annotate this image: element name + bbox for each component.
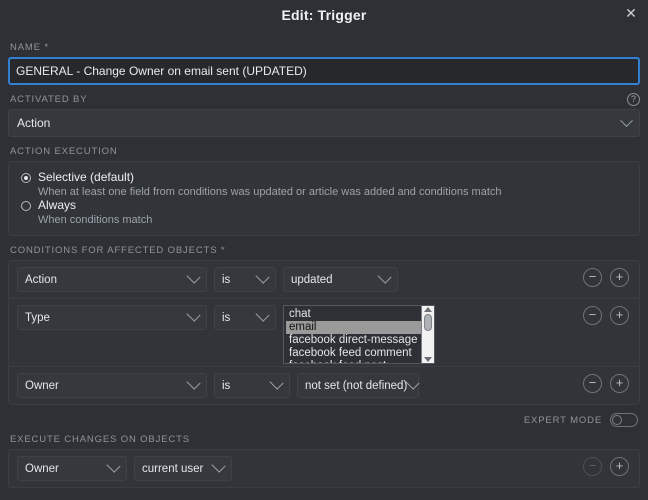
scrollbar-thumb[interactable] (424, 314, 432, 331)
condition-field-select[interactable]: Action (17, 267, 207, 292)
condition-value-listbox[interactable]: chat email facebook direct-message faceb… (283, 305, 435, 364)
execute-changes-section: EXECUTE CHANGES ON OBJECTS Owner current… (0, 427, 648, 488)
list-item[interactable]: facebook feed post (286, 360, 421, 363)
expert-mode-row: EXPERT MODE (0, 405, 648, 427)
chevron-down-icon (269, 375, 284, 390)
condition-operator-select[interactable]: is (214, 305, 276, 330)
radio-always-icon[interactable] (21, 201, 31, 211)
condition-value-text: not set (not defined) (305, 379, 408, 392)
list-item[interactable]: facebook feed comment (286, 347, 421, 360)
remove-execute-button[interactable]: − (583, 457, 602, 476)
condition-operator-value: is (222, 273, 231, 286)
chevron-down-icon (255, 307, 270, 322)
activated-by-value: Action (17, 116, 51, 130)
chevron-down-icon (377, 269, 392, 284)
condition-field-select[interactable]: Owner (17, 373, 207, 398)
dialog-titlebar: Edit: Trigger ✕ (0, 0, 648, 30)
execute-row-buttons: − + (583, 457, 629, 476)
name-input-wrap (0, 57, 648, 85)
execute-changes-panel: Owner current user − + (8, 449, 640, 488)
add-execute-button[interactable]: + (610, 457, 629, 476)
condition-value-select[interactable]: updated (283, 267, 398, 292)
execute-change-row: Owner current user − + (9, 450, 639, 487)
activated-by-label-row: ACTIVATED BY ? (0, 93, 648, 109)
chevron-down-icon (620, 113, 633, 127)
activated-by-section: ACTIVATED BY ? Action (0, 85, 648, 137)
page-title: Edit: Trigger (281, 7, 367, 23)
list-item[interactable]: facebook direct-message (286, 334, 421, 347)
action-execution-section: ACTION EXECUTION Selective (default) Whe… (0, 137, 648, 236)
condition-operator-value: is (222, 311, 231, 324)
list-item[interactable]: email (286, 321, 421, 334)
scrollbar-track[interactable] (422, 331, 434, 355)
remove-condition-button[interactable]: − (583, 268, 602, 287)
condition-row: Action is updated − + (9, 261, 639, 298)
condition-operator-select[interactable]: is (214, 373, 290, 398)
close-icon[interactable]: ✕ (620, 2, 642, 24)
action-execution-panel: Selective (default) When at least one fi… (8, 161, 640, 236)
condition-field-value: Type (25, 311, 50, 324)
edit-trigger-dialog: Edit: Trigger ✕ NAME * ACTIVATED BY ? Ac… (0, 0, 648, 500)
chevron-down-icon (186, 307, 201, 322)
radio-always-description: When conditions match (38, 214, 153, 226)
chevron-down-icon (255, 269, 270, 284)
scroll-down-arrow-icon[interactable] (424, 357, 432, 362)
name-input[interactable] (8, 57, 640, 85)
condition-field-select[interactable]: Type (17, 305, 207, 330)
activated-by-label: ACTIVATED BY (10, 94, 88, 105)
condition-row-buttons: − + (583, 374, 629, 393)
add-condition-button[interactable]: + (610, 306, 629, 325)
help-icon[interactable]: ? (627, 93, 640, 106)
conditions-panel: Action is updated − + Type is chat email… (8, 260, 640, 405)
add-condition-button[interactable]: + (610, 374, 629, 393)
activated-by-select[interactable]: Action (8, 109, 640, 137)
execute-value-select[interactable]: current user (134, 456, 232, 481)
chevron-down-icon (405, 375, 420, 390)
scroll-up-arrow-icon[interactable] (424, 307, 432, 312)
execute-value-text: current user (142, 462, 204, 475)
condition-field-value: Action (25, 273, 57, 286)
chevron-down-icon (211, 458, 226, 473)
listbox-scrollbar[interactable] (421, 306, 434, 363)
list-item[interactable]: chat (286, 308, 421, 321)
expert-mode-toggle[interactable] (610, 413, 638, 427)
radio-option-selective[interactable]: Selective (default) (19, 170, 629, 184)
condition-row: Owner is not set (not defined) − + (9, 366, 639, 404)
conditions-section: CONDITIONS FOR AFFECTED OBJECTS * Action… (0, 236, 648, 405)
execute-field-select[interactable]: Owner (17, 456, 127, 481)
condition-field-value: Owner (25, 379, 59, 392)
toggle-knob (612, 415, 622, 425)
chevron-down-icon (186, 269, 201, 284)
execute-field-value: Owner (25, 462, 59, 475)
radio-selective-icon[interactable] (21, 173, 31, 183)
radio-selective-description: When at least one field from conditions … (38, 186, 502, 198)
condition-operator-select[interactable]: is (214, 267, 276, 292)
chevron-down-icon (186, 375, 201, 390)
condition-operator-value: is (222, 379, 231, 392)
condition-value-text: updated (291, 273, 333, 286)
name-label: NAME * (10, 42, 49, 53)
remove-condition-button[interactable]: − (583, 374, 602, 393)
chevron-down-icon (106, 458, 121, 473)
add-condition-button[interactable]: + (610, 268, 629, 287)
name-section: NAME * (0, 30, 648, 85)
listbox-items: chat email facebook direct-message faceb… (284, 306, 421, 363)
radio-option-always[interactable]: Always (19, 198, 629, 212)
execute-changes-label: EXECUTE CHANGES ON OBJECTS (10, 434, 190, 445)
radio-always-label: Always (38, 198, 77, 212)
condition-value-select[interactable]: not set (not defined) (297, 373, 420, 398)
conditions-label: CONDITIONS FOR AFFECTED OBJECTS * (10, 245, 226, 256)
condition-row-buttons: − + (583, 306, 629, 325)
condition-row-buttons: − + (583, 268, 629, 287)
action-execution-label: ACTION EXECUTION (10, 146, 118, 157)
expert-mode-label: EXPERT MODE (523, 414, 602, 426)
radio-selective-label: Selective (default) (38, 170, 135, 184)
remove-condition-button[interactable]: − (583, 306, 602, 325)
condition-row: Type is chat email facebook direct-messa… (9, 298, 639, 366)
